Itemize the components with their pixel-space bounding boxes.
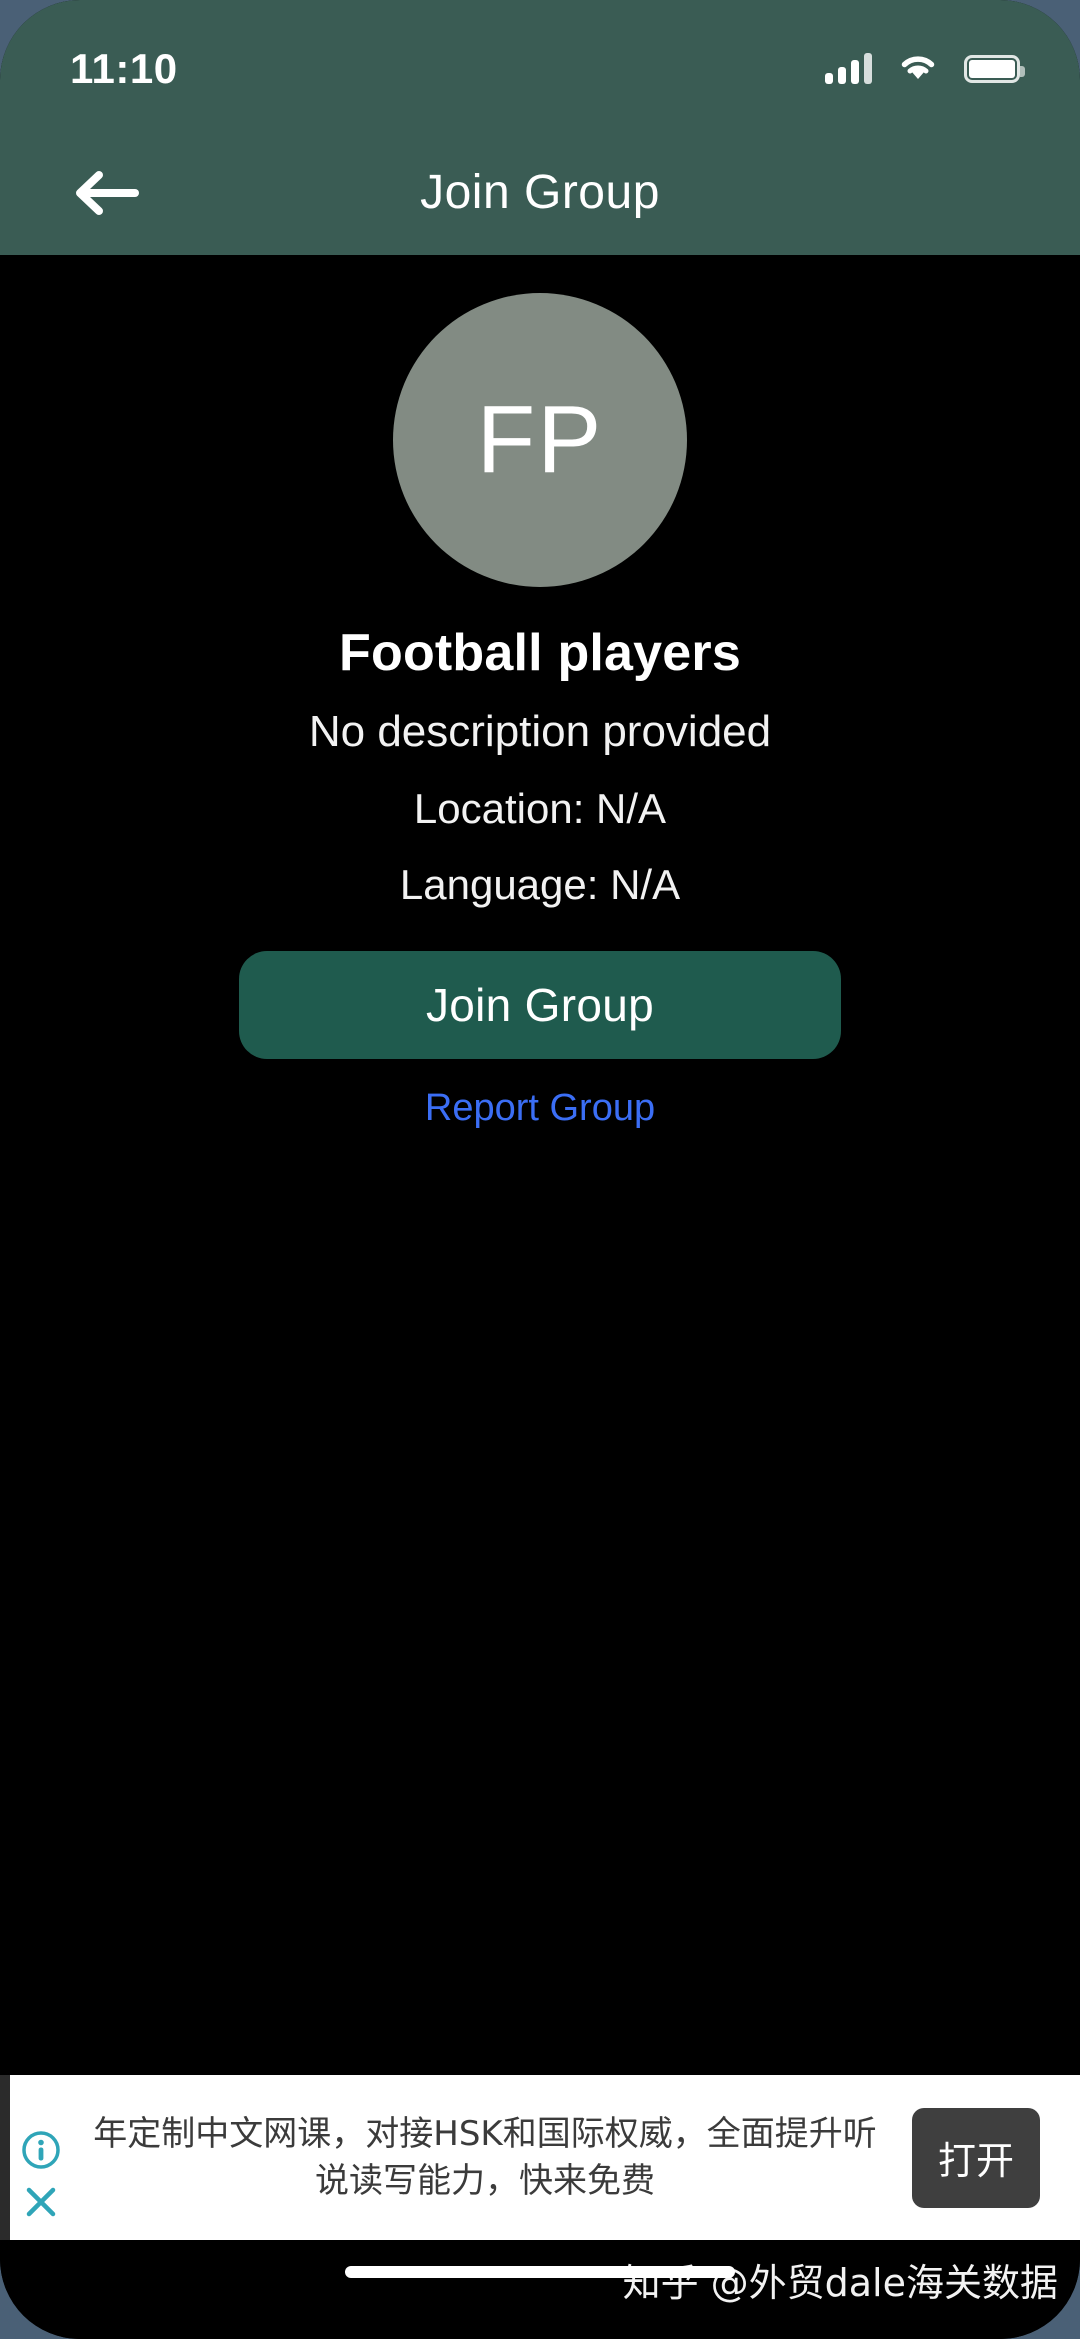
cellular-signal-icon bbox=[825, 53, 872, 84]
group-description: No description provided bbox=[308, 707, 772, 756]
arrow-left-icon bbox=[76, 170, 139, 215]
status-bar: 11:10 bbox=[0, 0, 1080, 130]
battery-full-icon bbox=[964, 55, 1025, 83]
bottom-bar: 知乎 @外贸dale海关数据 bbox=[0, 2240, 1080, 2339]
join-group-button[interactable]: Join Group bbox=[239, 951, 841, 1059]
group-location: Location: N/A bbox=[413, 785, 667, 832]
group-name: Football players bbox=[339, 624, 741, 682]
info-circle-icon[interactable] bbox=[19, 2128, 63, 2172]
group-language: Language: N/A bbox=[399, 861, 681, 908]
group-detail-panel: FP Football players No description provi… bbox=[0, 255, 1080, 2075]
wifi-icon bbox=[898, 52, 938, 87]
group-avatar: FP bbox=[393, 293, 687, 587]
close-x-icon[interactable] bbox=[19, 2180, 63, 2224]
status-bar-icons bbox=[825, 52, 1025, 87]
ad-open-button[interactable]: 打开 bbox=[912, 2107, 1040, 2208]
status-bar-clock: 11:10 bbox=[70, 45, 178, 92]
phone-screen: 11:10 Join Group FP Football players No … bbox=[0, 0, 1080, 2339]
ad-banner[interactable]: 年定制中文网课，对接HSK和国际权威，全面提升听说读写能力，快来免费 打开 bbox=[0, 2075, 1080, 2240]
ad-badge-group bbox=[10, 2075, 72, 2240]
ad-left-edge-strip bbox=[0, 2075, 10, 2240]
ad-body-text: 年定制中文网课，对接HSK和国际权威，全面提升听说读写能力，快来免费 bbox=[93, 2113, 877, 2201]
avatar-initials: FP bbox=[476, 386, 604, 493]
page-title: Join Group bbox=[420, 166, 660, 219]
back-button[interactable] bbox=[50, 148, 160, 238]
watermark-text: 知乎 @外贸dale海关数据 bbox=[622, 2261, 1058, 2305]
nav-bar: Join Group bbox=[0, 130, 1080, 255]
report-group-link[interactable]: Report Group bbox=[425, 1087, 655, 1130]
